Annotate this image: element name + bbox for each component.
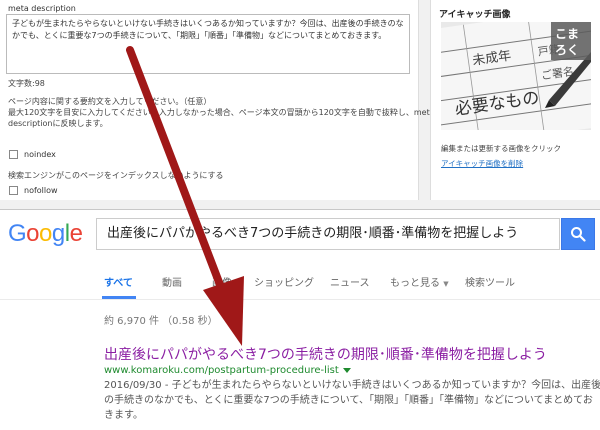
result-stats: 約 6,970 件 （0.58 秒） xyxy=(104,316,218,327)
logo-letter: g xyxy=(51,220,65,247)
wp-editor-panel: meta description 子どもが生まれたらやらないといけない手続きはい… xyxy=(0,0,600,210)
tab-news[interactable]: ニュース xyxy=(330,274,370,289)
result-url[interactable]: www.komaroku.com/postpartum-procedure-li… xyxy=(104,365,351,376)
search-icon xyxy=(571,227,586,242)
help-line: descriptionに反映します。 xyxy=(8,119,108,128)
tab-videos[interactable]: 動画 xyxy=(162,274,182,289)
noindex-description: 検索エンジンがこのページをインデックスしないようにする xyxy=(8,171,224,180)
snippet-line: 2016/09/30 - 子どもが生まれたらやらないといけない手続きはいくつある… xyxy=(104,380,600,391)
meta-description-textarea[interactable]: 子どもが生まれたらやらないといけない手続きはいくつあるか知っていますか？今回は、… xyxy=(6,14,410,74)
meta-description-label: meta description xyxy=(8,4,76,13)
search-input[interactable]: 出産後にパパがやるべき7つの手続きの期限･順番･準備物を把握しよう xyxy=(96,218,560,250)
site-logo-text: ろく xyxy=(555,43,579,57)
result-url-text: www.komaroku.com/postpartum-procedure-li… xyxy=(104,365,339,376)
google-search-page: Google 出産後にパパがやるべき7つの手続きの期限･順番･準備物を把握しよう… xyxy=(0,210,600,430)
nofollow-checkbox-row[interactable]: nofollow xyxy=(9,186,58,195)
meta-help-text: ページ内容に関する要約文を入力してください。（任意） 最大120文字を目安に入力… xyxy=(8,96,435,129)
featured-image-thumbnail[interactable]: 未成年 必要なもの ご署名 戸籍 こま ろく xyxy=(441,22,591,130)
tab-images[interactable]: 画像 xyxy=(212,274,232,289)
logo-letter: e xyxy=(69,220,83,247)
featured-image-title: アイキャッチ画像 xyxy=(439,10,511,20)
tab-all[interactable]: すべて xyxy=(104,274,133,289)
noindex-label: noindex xyxy=(24,150,56,159)
caret-down-icon: ▼ xyxy=(443,280,449,288)
logo-letter: o xyxy=(26,220,40,247)
search-tabs: すべて 動画 画像 ショッピング ニュース もっと見る ▼ 検索ツール xyxy=(0,260,600,300)
nofollow-label: nofollow xyxy=(24,186,58,195)
caret-down-icon[interactable] xyxy=(342,367,351,373)
search-button[interactable] xyxy=(561,218,595,250)
noindex-checkbox[interactable] xyxy=(9,150,18,159)
help-line: 最大120文字を目安に入力してください。入力しなかった場合、ページ本文の冒頭から… xyxy=(8,108,435,117)
tab-more[interactable]: もっと見る ▼ xyxy=(390,274,449,289)
result-snippet: 2016/09/30 - 子どもが生まれたらやらないといけない手続きはいくつある… xyxy=(104,378,600,423)
result-title-link[interactable]: 出産後にパパがやるべき7つの手続きの期限･順番･準備物を把握しよう xyxy=(104,344,547,364)
logo-letter: G xyxy=(8,220,27,247)
meta-box: meta description 子どもが生まれたらやらないといけない手続きはい… xyxy=(0,0,435,200)
tab-shopping[interactable]: ショッピング xyxy=(254,274,314,289)
snippet-line: の手続きのなかでも、とくに重要な7つの手続きについて、「期限」「順番」「準備物」… xyxy=(104,395,593,406)
nofollow-checkbox[interactable] xyxy=(9,186,18,195)
char-count: 文字数:98 xyxy=(8,79,45,88)
site-logo-text: こま xyxy=(555,27,579,41)
active-tab-indicator xyxy=(102,296,136,299)
google-logo[interactable]: Google xyxy=(8,220,83,248)
tab-search-tools[interactable]: 検索ツール xyxy=(465,274,515,289)
logo-letter: o xyxy=(39,220,52,247)
remove-featured-image-link[interactable]: アイキャッチ画像を削除 xyxy=(441,158,523,169)
noindex-checkbox-row[interactable]: noindex xyxy=(9,150,56,159)
form-document-image: 未成年 必要なもの ご署名 戸籍 こま ろく xyxy=(441,22,591,130)
tab-more-label: もっと見る xyxy=(390,278,440,289)
snippet-line: きます。 xyxy=(104,410,143,421)
featured-image-box: アイキャッチ画像 未成年 必要なもの ご署名 戸籍 こま ろく 編集または更新す… xyxy=(430,0,600,200)
help-line: ページ内容に関する要約文を入力してください。（任意） xyxy=(8,97,212,106)
thumbnail-caption: 編集または更新する画像をクリック xyxy=(441,144,561,153)
